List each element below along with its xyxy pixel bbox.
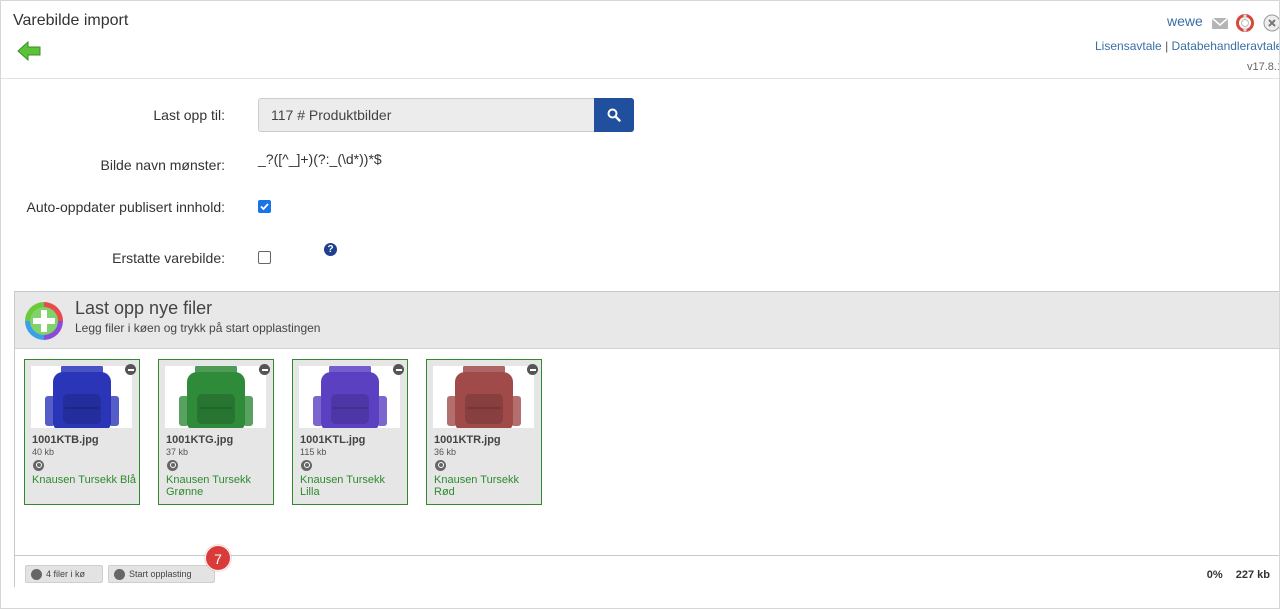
file-description[interactable]: Knausen Tursekk Rød xyxy=(434,474,540,498)
version-label: v17.8.1 xyxy=(1247,61,1280,73)
lifebuoy-icon[interactable] xyxy=(1236,14,1254,32)
page-title: Varebilde import xyxy=(13,12,129,29)
file-name: 1001KTB.jpg xyxy=(32,434,99,446)
remove-file-icon[interactable] xyxy=(125,364,136,375)
file-size: 37 kb xyxy=(166,447,189,457)
add-files-button-label: 4 filer i kø xyxy=(46,569,86,579)
file-description[interactable]: Knausen Tursekk Lilla xyxy=(300,474,406,498)
zoom-icon[interactable] xyxy=(167,460,178,471)
remove-file-icon[interactable] xyxy=(393,364,404,375)
help-icon[interactable]: ? xyxy=(324,243,337,256)
upload-panel-title: Last opp nye filer xyxy=(75,298,213,318)
upload-panel-subtitle: Legg filer i køen og trykk på start oppl… xyxy=(75,321,321,335)
backpack-thumbnail xyxy=(31,366,132,428)
step-badge: 7 xyxy=(205,545,231,571)
add-files-button[interactable]: 4 filer i kø xyxy=(25,565,103,583)
replace-image-label: Erstatte varebilde: xyxy=(112,250,225,266)
app-window: Varebilde import wewe Lisensavtale | Dat… xyxy=(0,0,1280,609)
file-name: 1001KTR.jpg xyxy=(434,434,501,446)
license-link[interactable]: Lisensavtale xyxy=(1095,39,1162,53)
search-icon xyxy=(607,108,621,122)
close-icon[interactable] xyxy=(1263,14,1280,32)
header: Varebilde import wewe Lisensavtale | Dat… xyxy=(1,1,1280,79)
upload-total-size: 227 kb xyxy=(1235,569,1270,581)
remove-file-icon[interactable] xyxy=(527,364,538,375)
checkmark-icon xyxy=(260,203,269,211)
user-link[interactable]: wewe xyxy=(1167,13,1203,29)
replace-image-checkbox[interactable] xyxy=(258,251,271,264)
plus-circle-icon xyxy=(31,569,42,580)
file-size: 36 kb xyxy=(434,447,457,457)
file-card[interactable]: 1001KTL.jpg 115 kb Knausen Tursekk Lilla xyxy=(292,359,408,505)
file-size: 40 kb xyxy=(32,447,55,457)
file-name: 1001KTG.jpg xyxy=(166,434,234,446)
upload-target-label: Last opp til: xyxy=(153,107,225,123)
header-links: Lisensavtale | Databehandleravtale xyxy=(1095,39,1279,53)
zoom-icon[interactable] xyxy=(301,460,312,471)
upload-progress: 0% 227 kb xyxy=(1207,569,1270,581)
file-name: 1001KTL.jpg xyxy=(300,434,366,446)
name-pattern-value: _?([^_]+)(?:_(\d*))*$ xyxy=(258,151,382,167)
zoom-icon[interactable] xyxy=(435,460,446,471)
link-separator: | xyxy=(1165,39,1169,53)
upload-target-input[interactable]: 117 # Produktbilder xyxy=(258,98,595,132)
auto-update-checkbox[interactable] xyxy=(258,200,271,213)
file-description[interactable]: Knausen Tursekk Grønne xyxy=(166,474,272,498)
file-card[interactable]: 1001KTR.jpg 36 kb Knausen Tursekk Rød xyxy=(426,359,542,505)
start-upload-button-label: Start opplasting xyxy=(129,569,192,579)
backpack-thumbnail xyxy=(433,366,534,428)
upload-percent: 0% xyxy=(1206,569,1223,581)
file-description[interactable]: Knausen Tursekk Blå xyxy=(32,474,138,486)
upload-panel: Last opp nye filer Legg filer i køen og … xyxy=(14,291,1279,588)
arrow-circle-icon xyxy=(114,569,125,580)
data-processing-link[interactable]: Databehandleravtale xyxy=(1172,39,1279,53)
auto-update-label: Auto-oppdater publisert innhold: xyxy=(26,199,225,215)
backpack-thumbnail xyxy=(165,366,266,428)
upload-panel-header: Last opp nye filer Legg filer i køen og … xyxy=(15,292,1279,349)
remove-file-icon[interactable] xyxy=(259,364,270,375)
start-upload-button[interactable]: Start opplasting xyxy=(108,565,215,583)
file-card[interactable]: 1001KTB.jpg 40 kb Knausen Tursekk Blå xyxy=(24,359,140,505)
add-files-icon[interactable] xyxy=(24,301,64,341)
zoom-icon[interactable] xyxy=(33,460,44,471)
back-arrow-icon[interactable] xyxy=(17,41,41,61)
name-pattern-label: Bilde navn mønster: xyxy=(100,157,226,173)
search-button[interactable] xyxy=(594,98,634,132)
backpack-thumbnail xyxy=(299,366,400,428)
file-card[interactable]: 1001KTG.jpg 37 kb Knausen Tursekk Grønne xyxy=(158,359,274,505)
file-size: 115 kb xyxy=(300,447,327,457)
mail-icon[interactable] xyxy=(1211,14,1229,32)
